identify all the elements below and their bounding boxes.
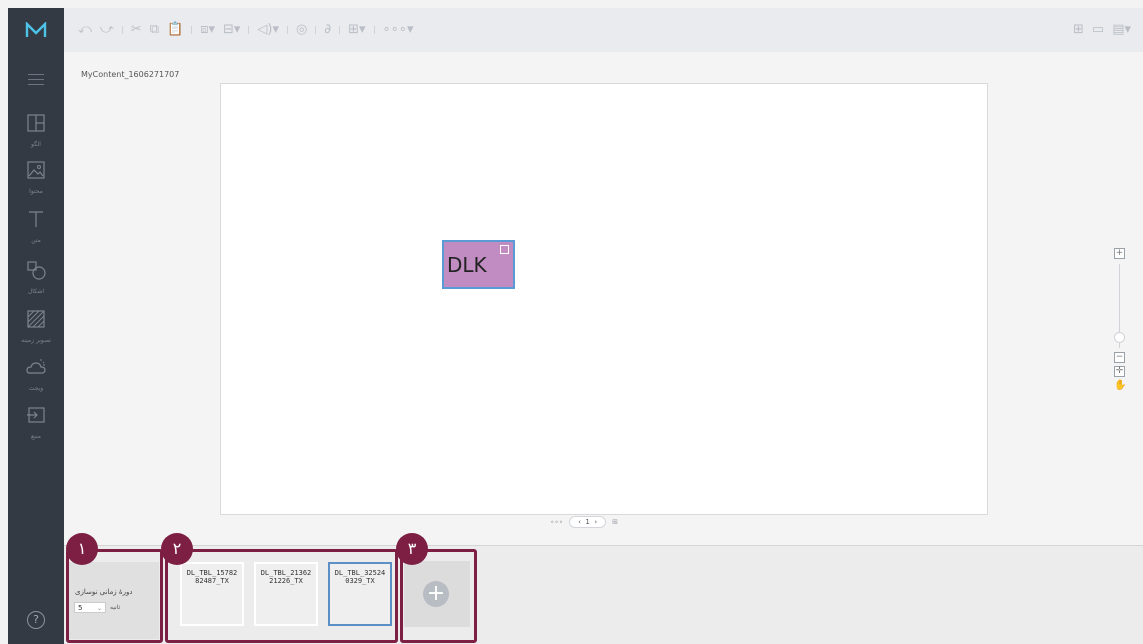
sidebar-item-label: منبع — [30, 433, 42, 440]
sidebar: الگو محتوا متن اشکال تصویر زمینه ویجت من… — [8, 8, 64, 644]
zoom-out-button[interactable]: − — [1114, 352, 1125, 363]
content-name: MyContent_1606271707 — [81, 70, 180, 79]
element-link-icon[interactable] — [500, 245, 509, 254]
undo-icon[interactable]: ⤺ — [78, 22, 92, 38]
layout-icon — [27, 114, 45, 132]
sound-icon[interactable]: ◁)▾ — [257, 22, 279, 38]
page-number: 1 — [585, 518, 590, 526]
callout-marker-2: ٢ — [161, 533, 193, 565]
sidebar-item-label: ویجت — [28, 385, 44, 392]
page-options-icon[interactable]: ∘∘∘ — [550, 518, 563, 526]
zoom-in-button[interactable]: + — [1114, 248, 1125, 259]
menu-icon[interactable] — [28, 74, 44, 89]
zoom-controls: + − ✛ ✋ — [1114, 248, 1128, 391]
sidebar-item-label: اشکال — [27, 288, 45, 295]
canvas-element-dlk[interactable]: DLK — [442, 240, 515, 289]
add-page-icon[interactable]: ⊞ — [612, 518, 618, 526]
canvas-element-text: DLK — [447, 253, 487, 277]
text-icon — [29, 211, 43, 227]
cut-icon[interactable]: ✂ — [131, 22, 142, 38]
app-logo[interactable] — [8, 8, 64, 52]
toolbar: ⤺ ⤻ ✂ ⧉ 📋 ⧈▾ ⊟▾ ◁)▾ ◎ ∂ ⊞▾ ∘∘∘▾ ⊞ ▭ ▤▾ — [64, 8, 1143, 52]
slide-canvas[interactable] — [220, 83, 988, 515]
image-icon — [27, 161, 45, 179]
pan-hand-icon[interactable]: ✋ — [1114, 380, 1126, 391]
open-folder-icon[interactable]: ▭ — [1092, 22, 1104, 38]
save-icon[interactable]: ▤▾ — [1112, 22, 1131, 38]
sidebar-item-layout[interactable]: الگو — [8, 112, 64, 149]
sidebar-item-background[interactable]: تصویر زمینه — [8, 308, 64, 345]
arrange-icon[interactable]: ⧈▾ — [200, 22, 215, 38]
link-icon[interactable]: ∂ — [324, 22, 331, 38]
zoom-slider-knob[interactable] — [1114, 332, 1125, 343]
sidebar-item-label: تصویر زمینه — [21, 337, 51, 344]
callout-box-pages — [165, 549, 398, 643]
paste-icon[interactable]: 📋 — [167, 22, 183, 38]
left-strip — [0, 8, 8, 644]
sidebar-item-source[interactable]: منبع — [8, 404, 64, 441]
sidebar-item-widget[interactable]: ویجت — [8, 356, 64, 393]
more-icon[interactable]: ∘∘∘▾ — [383, 22, 414, 38]
logo-icon — [25, 22, 47, 37]
background-pattern-icon — [27, 310, 45, 328]
shapes-icon — [27, 261, 46, 280]
sidebar-item-text[interactable]: متن — [8, 208, 64, 245]
redo-icon[interactable]: ⤻ — [100, 22, 114, 38]
grid-icon[interactable]: ⊞▾ — [348, 22, 365, 38]
sidebar-item-label: الگو — [31, 141, 41, 148]
weather-widget-icon — [26, 359, 46, 374]
copy-icon[interactable]: ⧉ — [150, 22, 159, 38]
sidebar-item-label: محتوا — [29, 188, 43, 195]
page-selector[interactable]: ‹ 1 › — [569, 516, 607, 528]
top-gap — [0, 0, 1143, 8]
new-page-icon[interactable]: ⊞ — [1073, 22, 1084, 38]
sidebar-item-label: متن — [31, 237, 41, 244]
callout-marker-1: ١ — [66, 533, 98, 565]
source-import-icon — [27, 407, 45, 423]
callout-marker-3: ٣ — [396, 533, 428, 565]
help-icon[interactable]: ? — [27, 611, 45, 629]
page-navigator: ∘∘∘ ‹ 1 › ⊞ — [550, 516, 618, 528]
sidebar-item-shapes[interactable]: اشکال — [8, 259, 64, 296]
sidebar-item-content[interactable]: محتوا — [8, 159, 64, 196]
align-icon[interactable]: ⊟▾ — [223, 22, 240, 38]
globe-icon[interactable]: ◎ — [296, 22, 307, 38]
fit-screen-button[interactable]: ✛ — [1114, 366, 1125, 377]
